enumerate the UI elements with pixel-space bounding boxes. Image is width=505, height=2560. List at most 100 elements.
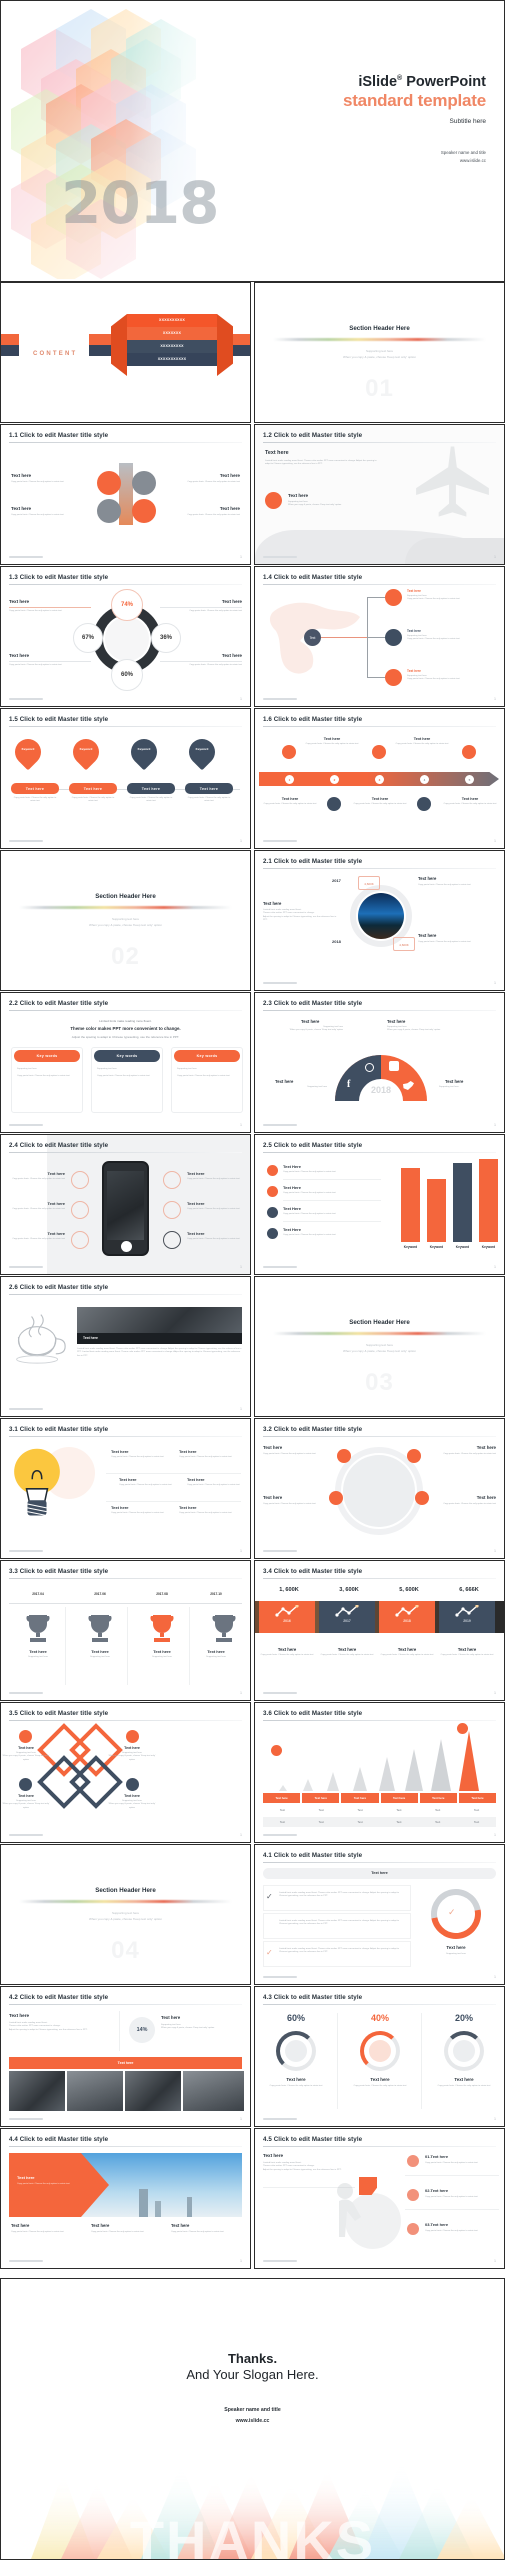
slide-4-3[interactable]: 4.3 Click to edit Master title style 60%… <box>254 1986 505 2127</box>
slide-1-2-title: 1.2 Click to edit Master title style <box>263 432 363 439</box>
page-number: 1 <box>494 1691 496 1695</box>
s36-table-header: Text here Text here Text here Text here … <box>263 1793 497 1803</box>
slide-3-4[interactable]: 3.4 Click to edit Master title style 1, … <box>254 1560 505 1701</box>
slide-4-2-title: 4.2 Click to edit Master title style <box>9 1994 109 2001</box>
s31-body-4: Copy paste fonts. Choose the only option… <box>187 1484 240 1486</box>
step-icon-3 <box>372 745 386 759</box>
s11-body-3: Copy paste fonts. Choose the only option… <box>11 514 64 516</box>
s32-body-2: Copy paste fonts. Choose the only option… <box>443 1453 496 1455</box>
s23-body-4: Supporting text here <box>439 1086 459 1088</box>
slide-3-1[interactable]: 3.1 Click to edit Master title style Tex… <box>0 1418 251 1559</box>
s13-label-1: Text here <box>9 599 30 604</box>
footer-logo <box>263 1976 297 1978</box>
pill-2-text: Text here <box>83 786 103 791</box>
timeline-rule <box>9 1603 242 1604</box>
s32-label-3: Text here <box>263 1495 283 1500</box>
s32-body-4: Copy paste fonts. Choose the only option… <box>443 1503 496 1505</box>
slide-1-5[interactable]: 1.5 Click to edit Master title style Key… <box>0 708 251 849</box>
s43-body-1: Copy paste fonts. Choose the only option… <box>269 2085 323 2087</box>
slide-4-4[interactable]: 4.4 Click to edit Master title style Tex… <box>0 2128 251 2269</box>
title-rule <box>9 442 242 443</box>
s13-label-4: Text here <box>221 653 242 658</box>
slide-section-03[interactable]: Section Header Here Supporting text here… <box>254 1276 505 1417</box>
section-04-sub2: When you copy & paste, choose 'Keep text… <box>88 1916 163 1921</box>
s31-body-6: Copy paste fonts. Choose the only option… <box>179 1512 232 1514</box>
s14-body-2: Supporting text here Copy paste fonts. Ch… <box>407 635 460 641</box>
slide-4-5[interactable]: 4.5 Click to edit Master title style Tex… <box>254 2128 505 2269</box>
s43-label-2: Text here <box>370 2077 390 2082</box>
page-number: 1 <box>240 1407 242 1411</box>
section-01-gradient-bar <box>273 338 486 341</box>
s23-label-4: Text here <box>445 1079 464 1084</box>
page-number: 1 <box>494 981 496 985</box>
slide-section-04[interactable]: Section Header Here Supporting text here… <box>0 1844 251 1985</box>
s22-card-1: Key words Supporting text here Copy paste… <box>11 1047 83 1113</box>
s41-body-2: Limited fonts make reading more fluent. … <box>279 1920 399 1926</box>
s34-body-4: Copy paste fonts. Choose the only option… <box>440 1654 494 1656</box>
s16-label-top-1: Text here <box>323 737 341 741</box>
slide-1-3[interactable]: 1.3 Click to edit Master title style Tex… <box>0 566 251 707</box>
s36-cell: Text <box>318 1808 324 1812</box>
template-preview-page: 2018 iSlide® PowerPoint standard templat… <box>0 0 505 2560</box>
slide-2-6[interactable]: 2.6 Click to edit Master title style Tex… <box>0 1276 251 1417</box>
footer-logo <box>263 840 297 842</box>
s23-label-2: Text here <box>387 1019 406 1024</box>
facebook-icon: f <box>347 1079 351 1090</box>
s32-body-1: Copy paste fonts. Choose the only option… <box>263 1453 316 1455</box>
s35-body-1: Supporting text here When you copy & past… <box>2 1752 50 1761</box>
slide-2-1[interactable]: 2.1 Click to edit Master title style 201… <box>254 850 505 991</box>
s42-strip-bar: Text here <box>9 2057 242 2069</box>
s25-bar-label-1: Keyword <box>403 1245 418 1249</box>
thanks-website: www.islide.cc <box>235 2418 270 2425</box>
ribbon-fold-right <box>217 314 233 376</box>
s34-number-1: 1, 600K <box>279 1587 299 1593</box>
slide-cover[interactable]: 2018 iSlide® PowerPoint standard templat… <box>0 0 505 282</box>
avatar-pin-3 <box>97 499 121 523</box>
slide-2-3[interactable]: 2.3 Click to edit Master title style 201… <box>254 992 505 1133</box>
s25-body-1: Copy paste fonts. Choose the only option… <box>283 1171 336 1173</box>
s34-body-1: Copy paste fonts. Choose the only option… <box>260 1654 314 1656</box>
slide-1-2[interactable]: 1.2 Click to edit Master title style Tex… <box>254 424 505 565</box>
s13-body-4: Copy paste fonts. Choose the only option… <box>189 664 242 666</box>
slide-3-2[interactable]: 3.2 Click to edit Master title style Tex… <box>254 1418 505 1559</box>
s24-label-4: Text here <box>187 1171 205 1176</box>
s16-label-bot-1: Text here <box>281 797 299 801</box>
s34-label-3: Text here <box>397 1647 417 1652</box>
s25-label-4: Text Here <box>283 1227 301 1232</box>
s36-th-3: Text here <box>341 1793 379 1803</box>
slide-2-5[interactable]: 2.5 Click to edit Master title style Tex… <box>254 1134 505 1275</box>
s41-body-1: Limited fonts make reading more fluent. … <box>279 1892 399 1898</box>
chart-icon-1 <box>275 1605 299 1617</box>
s41-body-3: Limited fonts make reading more fluent. … <box>279 1948 399 1954</box>
slide-section-02[interactable]: Section Header Here Supporting text here… <box>0 850 251 991</box>
slide-section-01[interactable]: Section Header Here Supporting text here… <box>254 282 505 423</box>
slide-3-3[interactable]: 3.3 Click to edit Master title style 201… <box>0 1560 251 1701</box>
slide-2-6-title: 2.6 Click to edit Master title style <box>9 1284 109 1291</box>
divider <box>160 607 242 608</box>
s42-photo-3 <box>125 2071 181 2111</box>
slide-thanks[interactable]: Thanks. And Your Slogan Here. Speaker na… <box>0 2278 505 2560</box>
s42-right-body: Supporting text here When you copy & past… <box>161 2024 215 2030</box>
slide-4-2[interactable]: 4.2 Click to edit Master title style Tex… <box>0 1986 251 2127</box>
title-rule <box>9 2004 242 2005</box>
ribbon-row-2-text: XXXXXXX <box>162 331 182 335</box>
globe-node-4 <box>415 1491 429 1505</box>
pill-1: Text here <box>11 783 59 794</box>
s35-label-3: Text here <box>18 1794 34 1798</box>
s44-body-2: Copy paste fonts. Choose the only option… <box>91 2231 144 2233</box>
s22-intro-1: Limited fonts make reading more fluent. <box>99 1019 152 1023</box>
slide-1-6[interactable]: 1.6 Click to edit Master title style 1 2… <box>254 708 505 849</box>
s36-cell: Text <box>396 1808 402 1812</box>
s14-item-2: Text here <box>407 629 421 633</box>
slide-2-4[interactable]: 2.4 Click to edit Master title style Tex… <box>0 1134 251 1275</box>
slide-3-5[interactable]: 3.5 Click to edit Master title style Tex… <box>0 1702 251 1843</box>
slide-1-1-title: 1.1 Click to edit Master title style <box>9 432 109 439</box>
slide-content[interactable]: CONTENT XXXXXXXXXX XXXXXXX XXXXXXXXX XXX… <box>0 282 251 423</box>
thanks-watermark: THANKS <box>129 2509 376 2560</box>
slide-2-2[interactable]: 2.2 Click to edit Master title style Lim… <box>0 992 251 1133</box>
slide-3-6[interactable]: 3.6 Click to edit Master title style Tex… <box>254 1702 505 1843</box>
slide-1-1[interactable]: 1.1 Click to edit Master title style Tex… <box>0 424 251 565</box>
s33-label-1: Text here <box>29 1649 47 1654</box>
slide-4-1[interactable]: 4.1 Click to edit Master title style Tex… <box>254 1844 505 1985</box>
slide-1-4[interactable]: 1.4 Click to edit Master title style Tex… <box>254 566 505 707</box>
